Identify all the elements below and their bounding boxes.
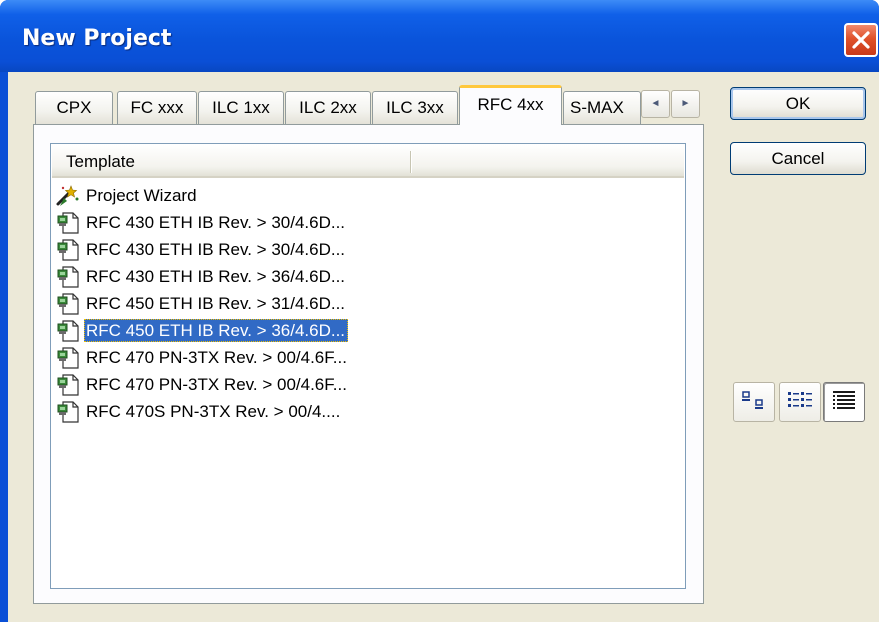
list-item-label: RFC 450 ETH IB Rev. > 36/4.6D... [84, 319, 349, 342]
tab-scroll-right-button[interactable]: ► [671, 90, 700, 118]
tab-page-rfc-4xx: Template Project Wizard RFC 430 ETH IB Re… [33, 124, 704, 604]
list-item-label: RFC 430 ETH IB Rev. > 30/4.6D... [86, 240, 346, 259]
tab-ilc-2xx[interactable]: ILC 2xx [285, 91, 371, 124]
list-item[interactable]: RFC 430 ETH IB Rev. > 36/4.6D... [54, 263, 350, 290]
arrow-left-icon: ◄ [650, 98, 661, 109]
large-icons-view-button[interactable] [733, 382, 775, 422]
list-item[interactable]: RFC 470 PN-3TX Rev. > 00/4.6F... [54, 344, 350, 371]
tab-label: FC xxx [130, 98, 184, 117]
tab-s-max[interactable]: S-MAX [563, 91, 641, 124]
tab-label: ILC 3xx [386, 98, 444, 117]
template-file-icon [54, 346, 84, 370]
column-header-template[interactable]: Template [52, 145, 410, 176]
arrow-right-icon: ► [680, 98, 691, 109]
details-view-button[interactable] [823, 382, 865, 422]
cancel-button[interactable]: Cancel [730, 142, 866, 175]
list-item[interactable]: RFC 450 ETH IB Rev. > 36/4.6D... [54, 317, 350, 344]
tab-label: ILC 2xx [299, 98, 357, 117]
list-item-label: RFC 470 PN-3TX Rev. > 00/4.6F... [86, 375, 347, 394]
column-divider[interactable] [410, 151, 412, 173]
tab-label: RFC 4xx [477, 95, 544, 114]
window-title: New Project [22, 26, 172, 51]
list-item-label: Project Wizard [86, 186, 197, 205]
tab-label: ILC 1xx [212, 98, 270, 117]
template-file-icon [54, 211, 84, 235]
list-item[interactable]: RFC 430 ETH IB Rev. > 30/4.6D... [54, 236, 350, 263]
list-item[interactable]: Project Wizard [54, 182, 350, 209]
list-item-label: RFC 470 PN-3TX Rev. > 00/4.6F... [86, 348, 347, 367]
list-rows: Project Wizard RFC 430 ETH IB Rev. > 30/4… [54, 182, 350, 425]
new-project-dialog: New Project CPX FC xxx ILC 1xx ILC 2xx I… [0, 0, 879, 622]
title-bar[interactable]: New Project [0, 0, 879, 72]
tab-rfc-4xx[interactable]: RFC 4xx [459, 85, 562, 125]
template-file-icon [54, 373, 84, 397]
template-file-icon [54, 292, 84, 316]
list-item[interactable]: RFC 470 PN-3TX Rev. > 00/4.6F... [54, 371, 350, 398]
list-view-button[interactable] [779, 382, 821, 422]
list-item[interactable]: RFC 430 ETH IB Rev. > 30/4.6D... [54, 209, 350, 236]
tab-label: CPX [56, 98, 92, 117]
tab-ilc-3xx[interactable]: ILC 3xx [372, 91, 458, 124]
wizard-icon [54, 184, 84, 208]
list-item-label: RFC 430 ETH IB Rev. > 36/4.6D... [86, 267, 346, 286]
template-file-icon [54, 400, 84, 424]
template-file-icon [54, 238, 84, 262]
tab-scroll-left-button[interactable]: ◄ [641, 90, 670, 118]
tab-scroll-control: ◄ ► [641, 90, 701, 120]
template-file-icon [54, 265, 84, 289]
tab-ilc-1xx[interactable]: ILC 1xx [198, 91, 284, 124]
list-column-header: Template [52, 145, 684, 178]
list-item-label: RFC 470S PN-3TX Rev. > 00/4.... [86, 402, 341, 421]
list-item-label: RFC 430 ETH IB Rev. > 30/4.6D... [86, 213, 346, 232]
tab-cpx[interactable]: CPX [35, 91, 113, 124]
tab-fc-xxx[interactable]: FC xxx [117, 91, 197, 124]
tab-label: S-MAX [570, 98, 624, 117]
dialog-client-area: CPX FC xxx ILC 1xx ILC 2xx ILC 3xx RFC 4… [8, 72, 879, 622]
list-item-label: RFC 450 ETH IB Rev. > 31/4.6D... [86, 294, 346, 313]
close-button[interactable] [844, 23, 878, 57]
list-item[interactable]: RFC 470S PN-3TX Rev. > 00/4.... [54, 398, 350, 425]
template-file-icon [54, 319, 84, 343]
ok-button[interactable]: OK [730, 87, 866, 120]
list-item[interactable]: RFC 450 ETH IB Rev. > 31/4.6D... [54, 290, 350, 317]
template-list[interactable]: Template Project Wizard RFC 430 ETH IB Re… [50, 143, 686, 589]
